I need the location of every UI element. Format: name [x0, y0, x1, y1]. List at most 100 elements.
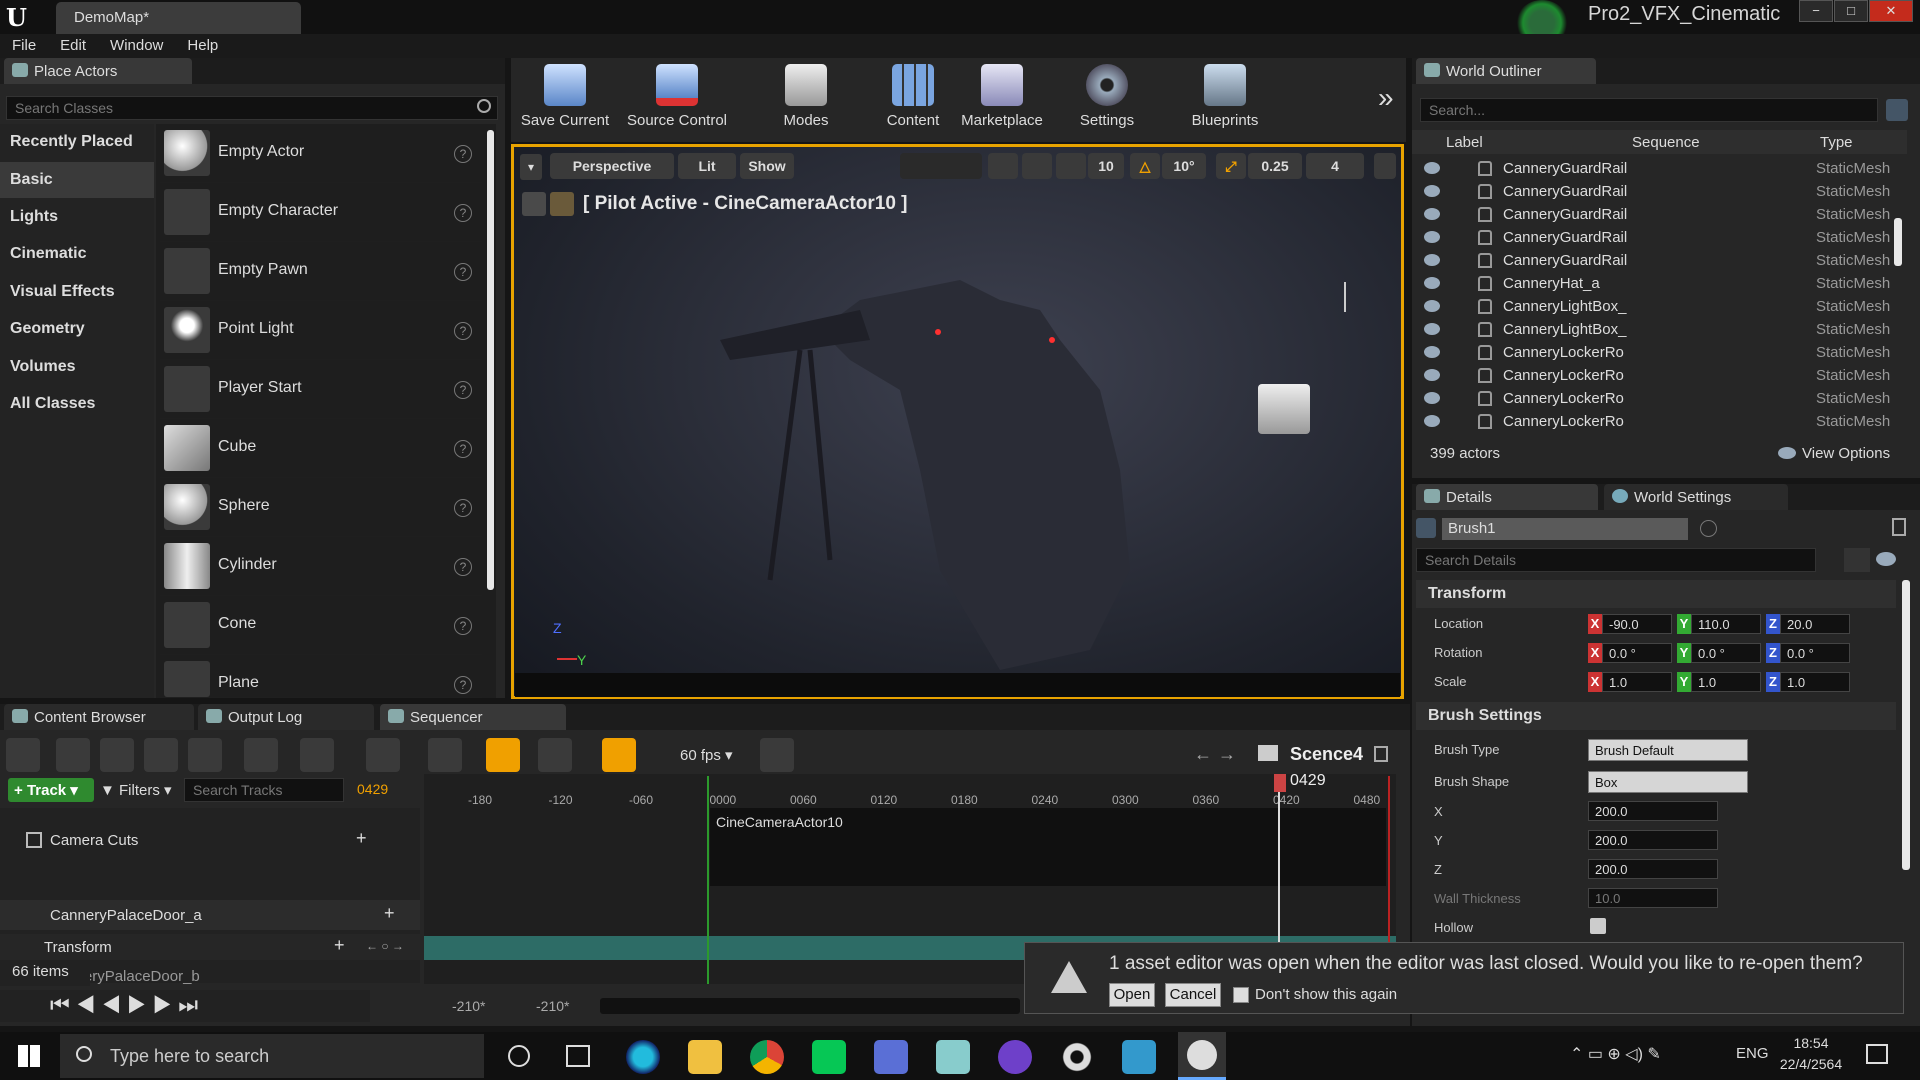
unreal-taskbar-button[interactable] — [1178, 1032, 1226, 1080]
range-scrollbar[interactable] — [600, 998, 1020, 1014]
clock-time[interactable]: 18:54 — [1776, 1035, 1846, 1051]
visibility-eye-icon[interactable] — [1424, 231, 1440, 243]
brush-settings-section[interactable]: Brush Settings — [1416, 702, 1896, 730]
actor-cube[interactable]: Cube? — [160, 421, 482, 478]
open-button[interactable]: Open — [1109, 983, 1155, 1007]
file-explorer-icon[interactable] — [688, 1040, 722, 1074]
category-recently-placed[interactable]: Recently Placed — [0, 124, 154, 160]
fps-dropdown[interactable]: 60 fps ▾ — [680, 746, 733, 764]
property-matrix-icon[interactable] — [1844, 548, 1870, 572]
outliner-row[interactable]: CanneryHat_a StaticMesh — [1418, 273, 1903, 296]
scale-x-field[interactable]: 1.0 — [1602, 672, 1672, 692]
notifications-icon[interactable] — [1866, 1044, 1888, 1064]
menu-edit[interactable]: Edit — [60, 34, 86, 58]
help-icon[interactable]: ? — [454, 676, 472, 694]
add-camera-cut-icon[interactable]: + — [356, 828, 367, 849]
end-range-field[interactable]: -210* — [536, 998, 569, 1014]
visibility-eye-icon[interactable] — [1424, 369, 1440, 381]
content-button[interactable]: Content — [878, 62, 948, 129]
actor-cylinder[interactable]: Cylinder? — [160, 539, 482, 596]
toolbar-overflow-button[interactable]: » — [1378, 82, 1394, 114]
camera-speed-button[interactable]: 4 — [1306, 153, 1364, 179]
location-z-field[interactable]: 20.0 — [1780, 614, 1850, 634]
line-icon[interactable] — [812, 1040, 846, 1074]
visibility-eye-icon[interactable] — [1424, 300, 1440, 312]
grid-snap-icon[interactable] — [1056, 153, 1086, 179]
document-tab[interactable]: DemoMap* — [56, 2, 301, 34]
scale-snap-icon[interactable]: ⤢ — [1216, 153, 1246, 179]
edge-icon[interactable] — [626, 1040, 660, 1074]
help-icon[interactable]: ? — [454, 145, 472, 163]
transform-section[interactable]: Transform — [1416, 580, 1896, 608]
add-key-icon[interactable]: + — [334, 935, 345, 956]
brush-x-field[interactable]: 200.0 — [1588, 801, 1718, 821]
forward-arrow-icon[interactable]: → — [1218, 744, 1236, 765]
tab-world-settings[interactable]: World Settings — [1604, 484, 1788, 510]
render-movie-icon[interactable] — [188, 738, 222, 772]
actor-empty-pawn[interactable]: Empty Pawn? — [160, 244, 482, 301]
key-navigation-icon[interactable]: ← ○ → — [366, 939, 404, 953]
lock-icon[interactable] — [1374, 746, 1388, 762]
surface-snap-icon[interactable] — [1022, 153, 1052, 179]
track-door-a[interactable]: CanneryPalaceDoor_a + — [0, 900, 420, 930]
menu-help[interactable]: Help — [187, 34, 218, 58]
system-tray-icons[interactable]: ⌃ ▭ ⊕ ◁) ✎ — [1570, 1044, 1661, 1064]
actor-sphere[interactable]: Sphere? — [160, 480, 482, 537]
add-icon[interactable]: + — [384, 903, 395, 924]
brush-shape-dropdown[interactable]: Box — [1588, 771, 1748, 793]
dont-show-checkbox[interactable] — [1233, 987, 1249, 1003]
perspective-button[interactable]: Perspective — [550, 153, 674, 179]
help-icon[interactable]: ? — [454, 617, 472, 635]
object-name-field[interactable]: Brush1 — [1442, 518, 1688, 540]
brush-type-dropdown[interactable]: Brush Default — [1588, 739, 1748, 761]
world-settings-icon[interactable] — [6, 738, 40, 772]
lock-icon[interactable] — [1892, 518, 1906, 536]
cancel-button[interactable]: Cancel — [1165, 983, 1221, 1007]
menu-window[interactable]: Window — [110, 34, 163, 58]
add-track-button[interactable]: + Track ▾ — [8, 778, 94, 802]
transport-controls[interactable]: ⏮◀◀▶▶⏭ — [0, 990, 370, 1022]
category-all-classes[interactable]: All Classes — [0, 386, 154, 422]
scale-y-field[interactable]: 1.0 — [1691, 672, 1761, 692]
hollow-checkbox[interactable] — [1590, 918, 1606, 934]
marketplace-button[interactable]: Marketplace — [952, 62, 1052, 129]
viewport-menu-chevron-icon[interactable]: ▾ — [520, 154, 542, 180]
rotation-z-field[interactable]: 0.0 ° — [1780, 643, 1850, 663]
outliner-scrollbar[interactable] — [1894, 218, 1902, 266]
column-sequence[interactable]: Sequence — [1632, 134, 1700, 151]
help-icon[interactable]: ? — [454, 263, 472, 281]
help-icon[interactable]: ? — [454, 440, 472, 458]
blueprints-button[interactable]: Blueprints — [1184, 62, 1266, 129]
outliner-row[interactable]: CanneryLockerRo StaticMesh — [1418, 342, 1903, 365]
outliner-row[interactable]: CanneryGuardRail StaticMesh — [1418, 227, 1903, 250]
help-icon[interactable]: ? — [454, 322, 472, 340]
search-details-input[interactable]: Search Details — [1416, 548, 1816, 572]
save-sequence-icon[interactable] — [56, 738, 90, 772]
visibility-eye-icon[interactable] — [1424, 323, 1440, 335]
outliner-row[interactable]: CanneryGuardRail StaticMesh — [1418, 181, 1903, 204]
category-basic[interactable]: Basic — [0, 162, 154, 198]
category-volumes[interactable]: Volumes — [0, 349, 154, 385]
brush-z-field[interactable]: 200.0 — [1588, 859, 1718, 879]
scale-snap-value[interactable]: 0.25 — [1248, 153, 1302, 179]
actor-point-light[interactable]: Point Light? — [160, 303, 482, 360]
rotation-snap-value[interactable]: 10° — [1162, 153, 1206, 179]
search-tracks-input[interactable]: Search Tracks — [184, 778, 344, 802]
save-current-button[interactable]: Save Current — [516, 62, 614, 129]
outliner-row[interactable]: CanneryLightBox_ StaticMesh — [1418, 296, 1903, 319]
outliner-row[interactable]: CanneryGuardRail StaticMesh — [1418, 204, 1903, 227]
app-icon[interactable] — [936, 1040, 970, 1074]
cortana-icon[interactable] — [508, 1045, 530, 1067]
outliner-row[interactable]: CanneryLockerRo StaticMesh — [1418, 388, 1903, 411]
category-geometry[interactable]: Geometry — [0, 311, 154, 347]
tab-output-log[interactable]: Output Log — [198, 704, 374, 730]
windows-start-icon[interactable] — [18, 1045, 40, 1067]
location-x-field[interactable]: -90.0 — [1602, 614, 1672, 634]
outliner-row[interactable]: CanneryLockerRo StaticMesh — [1418, 365, 1903, 388]
visibility-eye-icon[interactable] — [1876, 552, 1896, 566]
close-button[interactable]: ✕ — [1869, 0, 1913, 22]
view-options-button[interactable]: View Options — [1802, 445, 1890, 462]
start-range-field[interactable]: -210* — [452, 998, 485, 1014]
edit-mode-icon[interactable] — [538, 738, 572, 772]
visibility-eye-icon[interactable] — [1424, 415, 1440, 427]
